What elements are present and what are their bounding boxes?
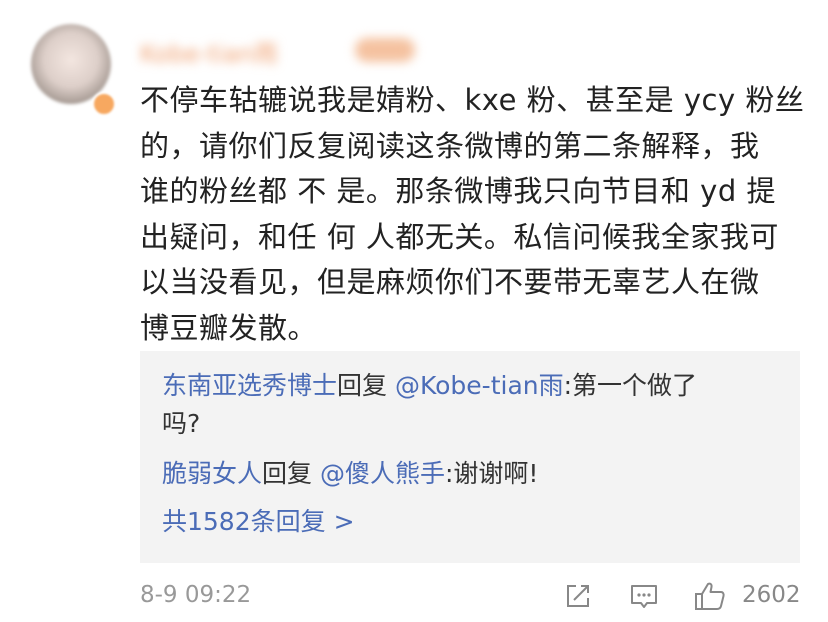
reply-item-continued: 吗? [162, 405, 200, 443]
reply-item[interactable]: 东南亚选秀博士回复 @Kobe-tian雨:第一个做了 [162, 367, 697, 405]
reply-author[interactable]: 脆弱女人 [162, 459, 262, 488]
comment-body-line: 的，请你们反复阅读这条微博的第二条解释，我 [140, 128, 760, 163]
comment-footer: 8-9 09:22 2602 [140, 580, 801, 616]
comment-body-line: 以当没看见，但是麻烦你们不要带无辜艺人在微 [140, 265, 760, 299]
reply-text: 吗? [162, 409, 201, 438]
timestamp: 8-9 09:22 [140, 582, 252, 608]
like-button[interactable] [693, 580, 725, 612]
comment-body-line: 出疑问，和任 何 人都无关。私信问候我全家我可 [140, 219, 779, 254]
more-replies-link[interactable]: 共1582条回复 > [162, 503, 355, 541]
comment-body-line: 博豆瓣发散。 [140, 310, 318, 345]
reply-text: :谢谢啊! [445, 459, 539, 488]
replies-panel[interactable]: 东南亚选秀博士回复 @Kobe-tian雨:第一个做了 吗? 脆弱女人回复 @傻… [140, 351, 800, 563]
reply-text: :第一个做了 [563, 371, 698, 400]
avatar-badge-icon [92, 92, 116, 116]
reply-action: 回复 [262, 459, 313, 488]
user-level-badge [355, 38, 415, 62]
comment-button[interactable] [628, 580, 660, 612]
thumbs-up-icon [695, 582, 725, 610]
share-icon [567, 585, 589, 607]
reply-author[interactable]: 东南亚选秀博士 [162, 371, 337, 400]
username[interactable]: Kobe-tian雨 [140, 34, 278, 68]
reply-mention[interactable]: @傻人熊手 [320, 459, 445, 488]
like-count: 2602 [742, 582, 801, 608]
comment-icon [631, 585, 657, 608]
reply-action: 回复 [337, 371, 388, 400]
share-button[interactable] [562, 580, 594, 612]
reply-item[interactable]: 脆弱女人回复 @傻人熊手:谢谢啊! [162, 455, 538, 493]
comment-body-line: 谁的粉丝都 不 是。那条微博我只向节目和 yd 提 [140, 174, 776, 208]
comment-card: Kobe-tian雨 不停车轱辘说我是婧粉、kxe 粉、甚至是 ycy 粉丝 的… [0, 0, 828, 622]
reply-mention[interactable]: @Kobe-tian雨 [395, 371, 564, 400]
comment-body-line: 不停车轱辘说我是婧粉、kxe 粉、甚至是 ycy 粉丝 [140, 83, 805, 117]
comment-body: 不停车轱辘说我是婧粉、kxe 粉、甚至是 ycy 粉丝 的，请你们反复阅读这条微… [140, 78, 805, 351]
